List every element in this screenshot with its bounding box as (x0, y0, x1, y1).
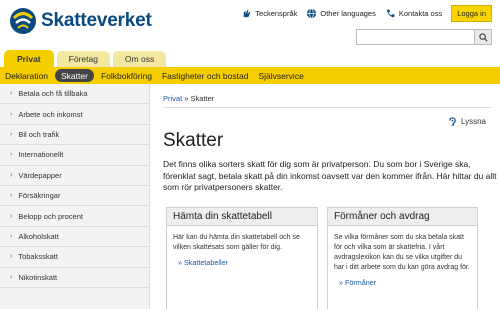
chevron-right-icon: › (10, 90, 13, 98)
listen-label: Lyssna (460, 117, 486, 126)
breadcrumb-home-link[interactable]: Privat (163, 94, 182, 103)
sidebar-item-belopp[interactable]: › Belopp och procent (0, 206, 149, 227)
skattetabeller-link[interactable]: » Skattetabeller (173, 258, 311, 268)
nav-item-skatter[interactable]: Skatter (55, 69, 94, 82)
globe-icon (307, 8, 317, 19)
sidebar-item-alkoholskatt[interactable]: › Alkoholskatt (0, 227, 149, 248)
sidebar-item-label: Bil och trafik (18, 129, 60, 139)
sidebar-item-label: Arbete och inkomst (18, 109, 83, 119)
sidebar-item-label: Tobaksskatt (18, 252, 58, 262)
sidebar-item-label: Internationellt (18, 150, 64, 160)
sidebar-item-tobaksskatt[interactable]: › Tobaksskatt (0, 247, 149, 268)
login-button[interactable]: Logga in (451, 5, 492, 22)
phone-icon (386, 9, 395, 18)
tab-foretag[interactable]: Företag (56, 51, 110, 67)
sidebar-menu: › Betala och få tillbaka › Arbete och inko… (0, 84, 150, 309)
sidebar-item-internationellt[interactable]: › Internationellt (0, 145, 149, 166)
sidebar-item-label: Betala och få tillbaka (18, 89, 88, 99)
card-text: Se vilka förmåner som du ska betala skat… (334, 234, 470, 271)
chevron-right-icon: › (10, 232, 13, 240)
card-heading: Förmåner och avdrag (328, 208, 477, 226)
logo-text: Skatteverket (41, 10, 152, 31)
chevron-right-icon: › (10, 273, 13, 281)
breadcrumb: Privat » Skatter (163, 94, 214, 103)
chevron-right-icon: › (10, 212, 13, 220)
search-input[interactable] (357, 30, 474, 44)
sidebar-item-label: Belopp och procent (18, 211, 83, 221)
sign-language-link[interactable]: Teckenspråk (241, 8, 297, 19)
other-languages-label: Other languages (320, 9, 376, 18)
sidebar-item-bil[interactable]: › Bil och trafik (0, 125, 149, 146)
listen-icon (449, 117, 456, 126)
page-title: Skatter (163, 130, 224, 151)
breadcrumb-separator: » (182, 94, 191, 103)
sidebar-item-betala[interactable]: › Betala och få tillbaka (0, 84, 149, 105)
nav-item-fastigheter[interactable]: Fastigheter och bostad (157, 69, 253, 82)
divider (163, 107, 491, 108)
card-skattetabell: Hämta din skattetabell Här kan du hämta … (166, 207, 318, 309)
nav-item-sjalvservice[interactable]: Självservice (253, 69, 308, 82)
sidebar-item-label: Värdepapper (18, 170, 62, 180)
contact-label: Kontakta oss (398, 9, 443, 18)
search-box (356, 29, 492, 45)
chevron-right-icon: › (10, 110, 13, 118)
chevron-right-icon: › (10, 151, 13, 159)
card-heading: Hämta din skattetabell (167, 208, 317, 226)
main-content: Privat » Skatter Lyssna Skatter Det finn… (150, 84, 500, 309)
logo[interactable]: Skatteverket (8, 6, 152, 36)
main-navigation: Deklaration Skatter Folkbokföring Fastig… (0, 67, 500, 84)
site-header: Skatteverket Teckenspråk Other languages… (0, 0, 500, 46)
tab-om-oss[interactable]: Om oss (112, 51, 167, 67)
intro-text: Det finns olika sorters skatt för dig so… (163, 159, 497, 192)
top-links: Teckenspråk Other languages Kontakta oss… (232, 5, 492, 22)
card-formaner: Förmåner och avdrag Se vilka förmåner so… (327, 207, 478, 309)
sidebar-item-label: Nikotinskatt (18, 272, 58, 282)
card-body: Här kan du hämta din skattetabell och se… (167, 226, 317, 275)
sidebar-item-nikotinskatt[interactable]: › Nikotinskatt (0, 268, 149, 288)
chevron-right-icon: › (10, 130, 13, 138)
formaner-link[interactable]: » Förmåner (334, 278, 471, 288)
tab-privat[interactable]: Privat (4, 50, 54, 67)
chevron-right-icon: › (10, 253, 13, 261)
other-languages-link[interactable]: Other languages (306, 8, 376, 19)
sidebar-item-forsakringar[interactable]: › Försäkringar (0, 186, 149, 207)
sidebar-item-label: Försäkringar (18, 191, 61, 201)
nav-item-folkbokforing[interactable]: Folkbokföring (96, 69, 157, 82)
sidebar-item-label: Alkoholskatt (18, 231, 59, 241)
card-text: Här kan du hämta din skattetabell och se… (173, 234, 300, 251)
listen-button[interactable]: Lyssna (448, 117, 486, 126)
contact-link[interactable]: Kontakta oss (385, 8, 442, 19)
card-body: Se vilka förmåner som du ska betala skat… (328, 226, 477, 295)
breadcrumb-current: Skatter (190, 94, 215, 103)
sign-language-icon (244, 9, 251, 18)
search-button[interactable] (474, 30, 491, 44)
nav-item-deklaration[interactable]: Deklaration (0, 69, 53, 82)
sign-language-label: Teckenspråk (255, 9, 298, 18)
skatteverket-crown-icon (10, 8, 36, 34)
search-icon (478, 32, 488, 42)
sidebar-item-arbete[interactable]: › Arbete och inkomst (0, 104, 149, 125)
sidebar-item-vardepapper[interactable]: › Värdepapper (0, 166, 149, 186)
chevron-right-icon: › (10, 171, 13, 179)
audience-tabs: Privat Företag Om oss (0, 50, 167, 67)
chevron-right-icon: › (10, 192, 13, 200)
